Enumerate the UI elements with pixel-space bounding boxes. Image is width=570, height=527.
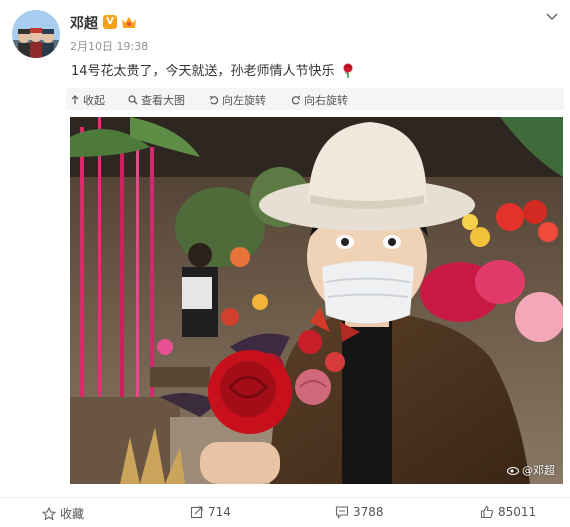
- flower-shop-selfie-image: [70, 117, 563, 484]
- favorite-button[interactable]: 收藏: [41, 505, 85, 522]
- repost-button[interactable]: 714: [190, 505, 231, 519]
- rotate-right-label: 向右旋转: [304, 94, 348, 107]
- favorite-label: 收藏: [60, 507, 85, 521]
- post-action-bar: 收藏 714 3788 85011: [0, 497, 570, 527]
- repost-count: 714: [208, 505, 231, 519]
- like-button[interactable]: 85011: [480, 505, 536, 519]
- collapse-label: 收起: [83, 94, 105, 107]
- rotate-right-icon: [291, 95, 301, 105]
- like-count: 85011: [498, 505, 537, 519]
- username[interactable]: 邓超: [70, 13, 98, 33]
- post-timestamp[interactable]: 2月10日 19:38: [70, 38, 148, 54]
- rotate-left-icon: [209, 95, 219, 105]
- avatar[interactable]: [12, 10, 60, 58]
- view-large-button[interactable]: 查看大图: [128, 92, 185, 108]
- repost-icon: [190, 506, 203, 519]
- thumbs-up-icon: [480, 505, 494, 519]
- post-text-content: 14号花太贵了，今天就送，孙老师情人节快乐: [71, 64, 335, 79]
- comment-icon: [335, 506, 349, 519]
- member-crown-icon[interactable]: [120, 14, 138, 30]
- weibo-logo-icon: [506, 467, 519, 475]
- chevron-down-icon[interactable]: [544, 8, 560, 24]
- arrow-up-icon: [71, 95, 79, 104]
- post-text: 14号花太贵了，今天就送，孙老师情人节快乐: [71, 60, 355, 79]
- rose-emoji-icon: [343, 63, 353, 78]
- photo-watermark: @邓超: [506, 462, 555, 478]
- weibo-post-card: 邓超 V 2月10日 19:38 14号花太贵了，今天就送，孙老师情人节快乐 收…: [0, 0, 570, 526]
- rotate-right-button[interactable]: 向右旋转: [291, 92, 348, 108]
- post-photo[interactable]: @邓超: [70, 117, 563, 484]
- star-icon: [41, 506, 57, 521]
- rotate-left-button[interactable]: 向左旋转: [209, 92, 266, 108]
- magnifier-icon: [128, 95, 138, 105]
- watermark-text: @邓超: [522, 464, 555, 477]
- image-toolbar: 收起 查看大图 向左旋转 向右旋转: [66, 88, 564, 110]
- verified-badge-icon: V: [103, 15, 117, 29]
- comment-count: 3788: [353, 505, 384, 519]
- collapse-button[interactable]: 收起: [70, 92, 105, 108]
- view-large-label: 查看大图: [141, 94, 185, 107]
- comment-button[interactable]: 3788: [335, 505, 384, 519]
- rotate-left-label: 向左旋转: [222, 94, 266, 107]
